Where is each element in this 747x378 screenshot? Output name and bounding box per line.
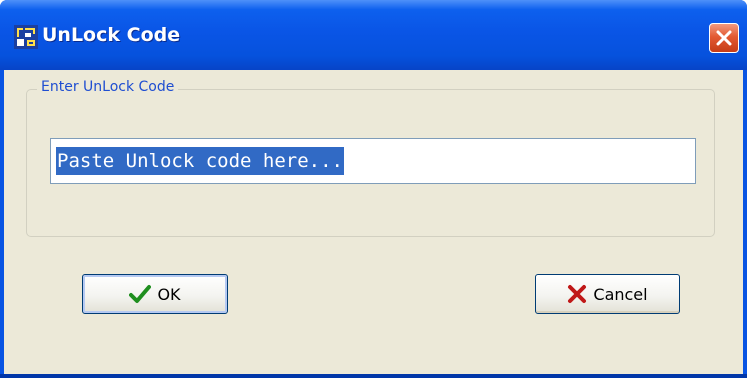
ok-button[interactable]: OK (82, 274, 228, 314)
groupbox-label: Enter UnLock Code (37, 79, 179, 95)
unlock-code-input[interactable]: Paste Unlock code here... (50, 138, 696, 184)
checkmark-icon (129, 285, 152, 303)
app-icon (14, 25, 38, 49)
unlock-code-groupbox: Enter UnLock Code Paste Unlock code here… (26, 79, 715, 237)
unlock-code-selected-text: Paste Unlock code here... (56, 147, 344, 175)
close-icon (716, 30, 732, 46)
x-mark-icon (568, 285, 587, 303)
dialog-body: Enter UnLock Code Paste Unlock code here… (4, 70, 743, 374)
window-bottom-border (0, 374, 747, 378)
unlock-dialog-window: UnLock Code Enter UnLock Code Paste Unlo… (0, 0, 747, 378)
title-bar[interactable]: UnLock Code (0, 0, 747, 70)
cancel-button-label: Cancel (593, 284, 648, 304)
window-title: UnLock Code (42, 24, 181, 46)
ok-button-label: OK (157, 284, 181, 304)
close-button[interactable] (709, 23, 739, 53)
cancel-button[interactable]: Cancel (535, 274, 680, 314)
